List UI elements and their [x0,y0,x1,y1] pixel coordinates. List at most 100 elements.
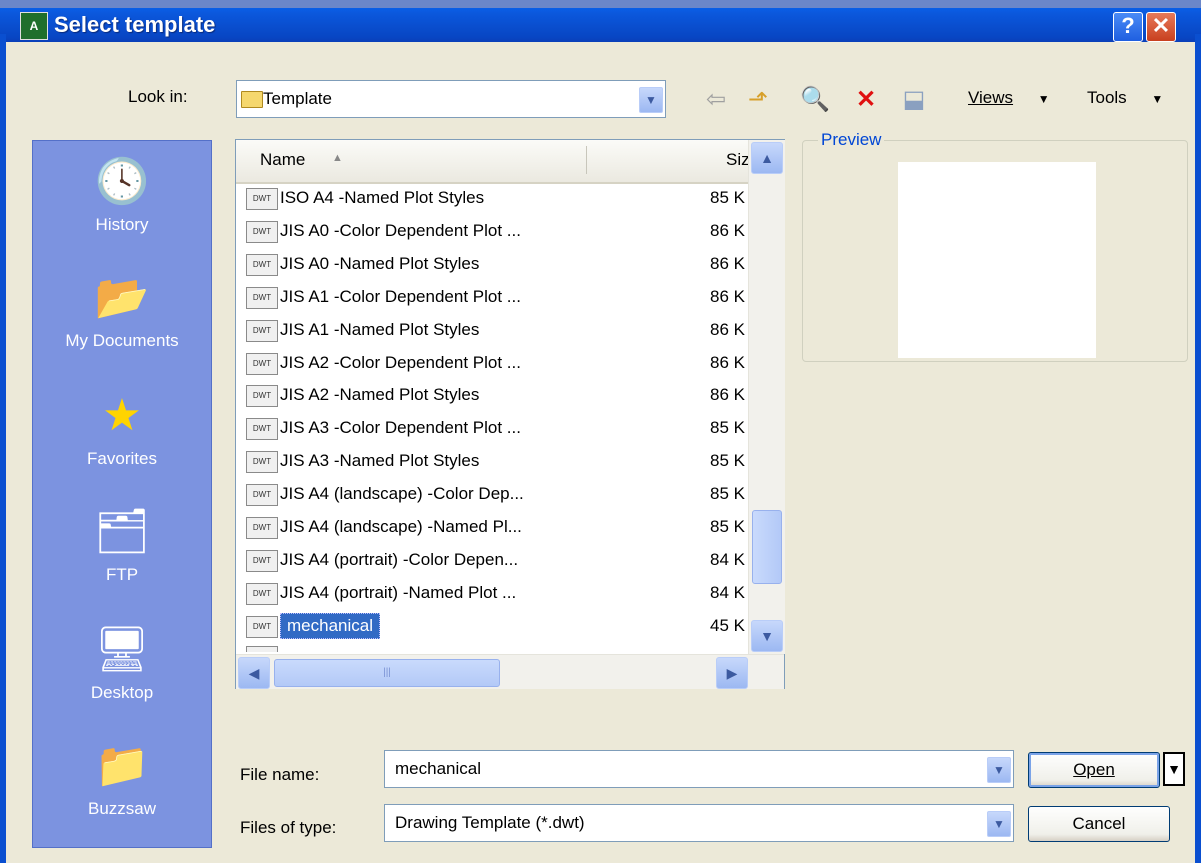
dwt-file-icon: DWT [246,286,278,309]
vertical-scroll-thumb[interactable] [752,510,782,584]
dwt-file-icon: DWT [246,352,278,375]
file-size: 85 K [710,451,745,471]
back-arrow-icon[interactable]: ⇦ [702,86,730,114]
preview-label: Preview [818,130,885,150]
list-item[interactable]: DWT JIS A3 -Color Dependent Plot ... 85 K [244,412,749,444]
place-label: Buzzsaw [87,799,157,818]
dwt-file-icon: DWT [246,253,278,276]
help-button[interactable]: ? [1113,12,1143,42]
file-name: JIS A3 -Named Plot Styles [280,451,480,471]
chevron-down-icon[interactable]: ▼ [987,757,1011,783]
column-divider[interactable] [586,146,587,174]
up-folder-icon[interactable]: ⬏ [744,86,772,114]
horizontal-scroll-thumb[interactable]: ||| [274,659,500,687]
file-name-value: mechanical [395,759,481,778]
file-name: mechanical [280,612,380,639]
list-item[interactable]: DWT JIS A2 -Color Dependent Plot ... 86 K [244,347,749,379]
file-size: 84 K [710,549,745,569]
scroll-down-button[interactable]: ▼ [751,620,783,652]
file-name: JIS A4 (portrait) -Color Depen... [280,549,519,569]
list-item-partial[interactable] [244,640,749,652]
dwt-file-icon: DWT [246,549,278,572]
file-size: 84 K [710,582,745,602]
create-folder-icon[interactable]: ⬓ [900,86,928,114]
dwt-file-icon: DWT [246,319,278,342]
close-button[interactable]: ✕ [1146,12,1176,42]
open-button[interactable]: Open [1028,752,1160,788]
list-item[interactable]: DWT JIS A4 (portrait) -Color Depen... 84 K [244,544,749,576]
vertical-scrollbar[interactable]: ▲ ▼ [748,140,785,654]
dwt-file-icon: DWT [246,517,278,539]
dwt-file-icon: DWT [246,484,278,507]
file-type-dropdown[interactable]: Drawing Template (*.dwt) ▼ [384,804,1014,842]
list-item[interactable]: DWT JIS A4 (landscape) -Color Dep... 85 K [244,478,749,510]
file-size: 86 K [710,253,745,273]
place-label: Desktop [90,683,154,702]
cancel-button[interactable]: Cancel [1028,806,1170,842]
file-name-input[interactable]: mechanical ▼ [384,750,1014,788]
file-name: JIS A4 (landscape) -Named Pl... [280,517,522,536]
file-size: 86 K [710,220,745,240]
window-title: Select template [54,12,216,37]
list-item[interactable]: DWT mechanical 45 K [244,610,749,642]
list-item[interactable]: DWT JIS A1 -Named Plot Styles 86 K [244,314,749,346]
place-history[interactable]: 🕓 History [33,157,211,235]
chevron-down-icon[interactable]: ▼ [639,87,663,113]
list-item[interactable]: DWT ISO A4 -Named Plot Styles 85 K [244,182,749,214]
list-header: Name ▲ Siz [236,140,750,184]
dwt-file-icon: DWT [246,451,278,474]
scroll-left-button[interactable]: ◀ [238,657,270,689]
look-in-label: Look in: [128,87,188,106]
search-web-icon[interactable]: 🔍 [800,86,830,114]
open-label: Open [1073,760,1115,779]
file-name: JIS A0 -Named Plot Styles [280,253,480,273]
column-header-name[interactable]: Name [260,150,305,170]
list-item[interactable]: DWT JIS A0 -Named Plot Styles 86 K [244,248,749,280]
scroll-right-button[interactable]: ▶ [716,657,748,689]
dwt-file-icon: DWT [246,418,278,441]
tools-label: Tools [1087,88,1127,107]
list-item[interactable]: DWT JIS A3 -Named Plot Styles 85 K [244,445,749,477]
list-item[interactable]: DWT JIS A4 (landscape) -Named Pl... 85 K [244,511,749,543]
favorites-star-icon: ★ [102,391,142,440]
place-buzzsaw[interactable]: 📁 Buzzsaw [33,741,211,819]
dwt-file-icon: DWT [246,220,278,243]
scroll-up-button[interactable]: ▲ [751,142,783,174]
place-my-documents[interactable]: 📂 My Documents [33,273,211,351]
autocad-app-icon: A [20,12,48,40]
place-favorites[interactable]: ★ Favorites [33,391,211,469]
file-name: JIS A4 (portrait) -Named Plot ... [280,582,517,602]
desktop-icon: 🖥 [94,625,150,674]
place-ftp[interactable]: 🗂 FTP [33,507,211,585]
list-item[interactable]: DWT JIS A2 -Named Plot Styles 86 K [244,379,749,411]
views-menu[interactable]: Views ▼ [968,88,1050,108]
place-label: FTP [105,565,139,584]
places-bar: 🕓 History 📂 My Documents ★ Favorites 🗂 F… [32,140,212,848]
file-name: ISO A4 -Named Plot Styles [280,188,485,207]
folder-icon [241,91,263,108]
title-bar[interactable]: A Select template ? ✕ [0,8,1201,42]
file-name: JIS A2 -Named Plot Styles [280,385,480,405]
horizontal-scrollbar[interactable]: ◀ ||| ▶ [236,654,784,689]
delete-icon[interactable]: ✕ [852,86,880,114]
file-name: JIS A3 -Color Dependent Plot ... [280,418,521,438]
place-desktop[interactable]: 🖥 Desktop [33,625,211,703]
file-list[interactable]: Name ▲ Siz DWT ISO A4 -Named Plot Styles 8… [235,139,785,689]
list-item[interactable]: DWT JIS A0 -Color Dependent Plot ... 86 K [244,215,749,247]
my-documents-icon: 📂 [94,273,150,322]
chevron-down-icon[interactable]: ▼ [987,811,1011,837]
open-options-button[interactable]: ▼ [1163,752,1185,786]
place-label: My Documents [65,331,179,350]
list-item[interactable]: DWT JIS A1 -Color Dependent Plot ... 86 K [244,281,749,313]
dwt-file-icon: DWT [246,615,278,638]
list-item[interactable]: DWT JIS A4 (portrait) -Named Plot ... 84 K [244,577,749,609]
file-size: 85 K [710,418,745,438]
file-size: 85 K [710,517,745,536]
place-label: Favorites [87,449,157,468]
column-header-size[interactable]: Siz [726,150,750,170]
file-size: 85 K [710,484,745,504]
file-size: 86 K [710,319,745,339]
tools-menu[interactable]: Tools ▼ [1087,88,1163,108]
look-in-dropdown[interactable]: Template ▼ [236,80,666,118]
file-size: 45 K [710,615,745,635]
